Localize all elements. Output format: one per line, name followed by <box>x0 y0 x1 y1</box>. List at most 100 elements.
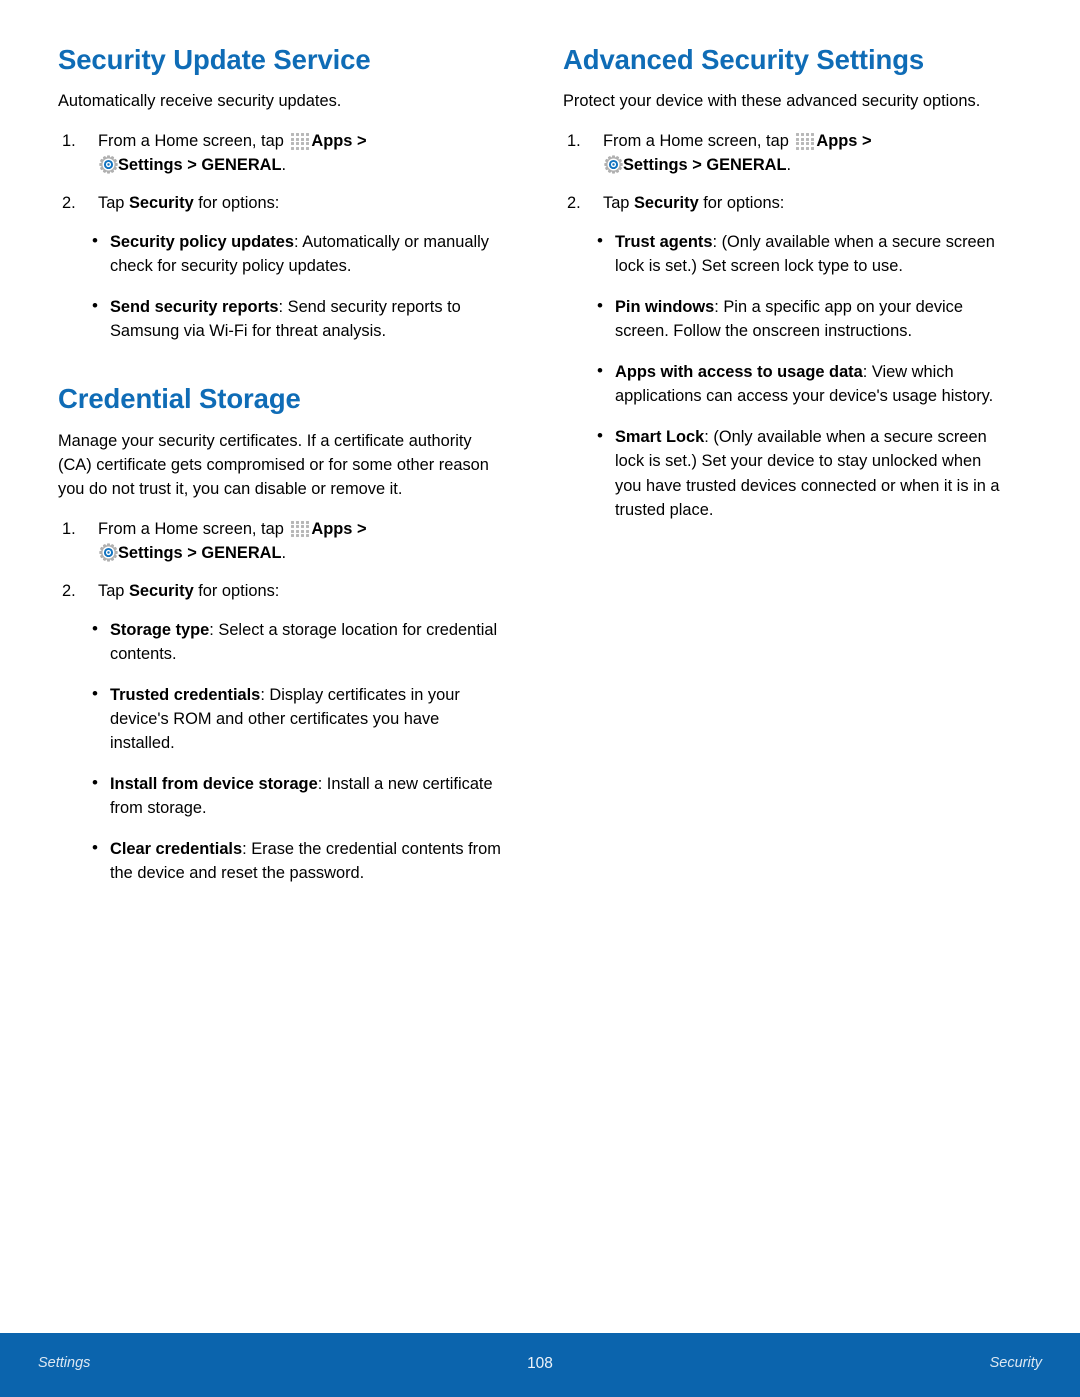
bullet-term: Send security reports <box>110 298 279 317</box>
bullet-dot-icon: • <box>597 361 603 381</box>
general-label: GENERAL <box>201 156 282 175</box>
period: . <box>786 156 792 175</box>
section-intro: Automatically receive security updates. <box>58 92 342 111</box>
chevron-right-icon: > <box>187 156 197 175</box>
step-number: 2. <box>567 194 581 213</box>
general-label: GENERAL <box>706 156 787 175</box>
bullet-dot-icon: • <box>92 772 98 792</box>
bullet-dot-icon: • <box>92 296 98 316</box>
page-columns: Security Update Service Automatically re… <box>0 0 1080 1333</box>
list-item: • Security policy updates: Automatically … <box>58 230 505 278</box>
bullet-dot-icon: • <box>92 618 98 638</box>
apps-grid-icon <box>290 132 311 150</box>
security-label: Security <box>129 581 194 600</box>
step-number: 1. <box>62 519 76 538</box>
settings-label: Settings <box>118 156 183 175</box>
steps-list: 1. From a Home screen, tap Apps > Settin… <box>563 130 1010 216</box>
step-suffix: for options: <box>198 194 280 213</box>
bullet-term: Smart Lock <box>615 428 705 447</box>
apps-label: Apps <box>816 132 858 151</box>
list-item: • Trusted credentials: Display certificat… <box>58 683 505 755</box>
step-text-prefix: From a Home screen, tap <box>603 132 789 151</box>
step-item: 2. Tap Security for options: <box>563 192 1010 216</box>
page-title: Credential Storage <box>58 383 301 415</box>
settings-label: Settings <box>623 156 688 175</box>
step-item: 1. From a Home screen, tap Apps > Settin… <box>563 130 1010 178</box>
left-column: Security Update Service Automatically re… <box>58 44 505 1333</box>
list-item: • Clear credentials: Erase the credential… <box>58 837 505 885</box>
step-number: 2. <box>62 581 76 600</box>
bullet-list: • Storage type: Select a storage location… <box>58 618 505 885</box>
security-label: Security <box>129 194 194 213</box>
bullet-dot-icon: • <box>597 426 603 446</box>
settings-gear-icon <box>604 155 623 175</box>
settings-label: Settings <box>118 543 183 562</box>
chevron-right-icon: > <box>861 132 872 151</box>
apps-label: Apps <box>311 519 353 538</box>
list-item: • Trust agents: (Only available when a se… <box>563 230 1010 278</box>
bullet-term: Storage type <box>110 620 210 639</box>
step-item: 1. From a Home screen, tap Apps > Settin… <box>58 518 505 566</box>
step-text-prefix: From a Home screen, tap <box>98 132 284 151</box>
bullet-dot-icon: • <box>92 683 98 703</box>
bullet-list: • Trust agents: (Only available when a se… <box>563 230 1010 521</box>
list-item: • Apps with access to usage data: View wh… <box>563 360 1010 408</box>
step-number: 1. <box>567 132 581 151</box>
chevron-right-icon: > <box>187 543 197 562</box>
step-tap-label: Tap <box>98 194 125 213</box>
bullet-term: Trust agents <box>615 233 713 252</box>
section-intro: Protect your device with these advanced … <box>563 92 981 111</box>
general-label: GENERAL <box>201 543 282 562</box>
bullet-term: Security policy updates <box>110 233 294 252</box>
bullet-term: Pin windows <box>615 298 715 317</box>
page-title: Security Update Service <box>58 44 371 75</box>
list-item: • Storage type: Select a storage location… <box>58 618 505 666</box>
section-advanced-security-settings: Advanced Security Settings Protect your … <box>563 44 1010 522</box>
section-security-update-service: Security Update Service Automatically re… <box>58 44 505 343</box>
list-item: • Send security reports: Send security re… <box>58 295 505 343</box>
settings-gear-icon <box>99 155 118 175</box>
step-suffix: for options: <box>198 581 280 600</box>
bullet-term: Trusted credentials <box>110 685 261 704</box>
chevron-right-icon: > <box>356 132 367 151</box>
period: . <box>281 156 287 175</box>
step-text-prefix: From a Home screen, tap <box>98 519 284 538</box>
bullet-term: Clear credentials <box>110 839 243 858</box>
period: . <box>281 543 287 562</box>
bullet-term: Install from device storage <box>110 774 318 793</box>
apps-label: Apps <box>311 132 353 151</box>
chevron-right-icon: > <box>692 156 702 175</box>
right-column: Advanced Security Settings Protect your … <box>563 44 1010 1333</box>
bullet-term: Apps with access to usage data <box>615 363 863 382</box>
list-item: • Smart Lock: (Only available when a secu… <box>563 425 1010 521</box>
apps-grid-icon <box>795 132 816 150</box>
section-intro: Manage your security certificates. If a … <box>58 431 489 498</box>
bullet-dot-icon: • <box>92 231 98 251</box>
chevron-right-icon: > <box>356 519 367 538</box>
step-item: 2. Tap Security for options: <box>58 192 505 216</box>
settings-gear-icon <box>99 542 118 562</box>
bullet-list: • Security policy updates: Automatically … <box>58 230 505 343</box>
security-label: Security <box>634 194 699 213</box>
document-page: Security Update Service Automatically re… <box>0 0 1080 1397</box>
list-item: • Install from device storage: Install a … <box>58 772 505 820</box>
footer-page-number: 108 <box>527 1355 553 1372</box>
bullet-dot-icon: • <box>597 296 603 316</box>
steps-list: 1. From a Home screen, tap Apps > Settin… <box>58 518 505 604</box>
steps-list: 1. From a Home screen, tap Apps > Settin… <box>58 130 505 216</box>
page-footer: Settings 108 Security <box>0 1333 1080 1397</box>
step-number: 2. <box>62 194 76 213</box>
step-tap-label: Tap <box>603 194 630 213</box>
page-title: Advanced Security Settings <box>563 44 925 75</box>
step-number: 1. <box>62 132 76 151</box>
section-credential-storage: Credential Storage Manage your security … <box>58 383 505 884</box>
apps-grid-icon <box>290 520 311 538</box>
footer-right-label: Security <box>989 1355 1042 1371</box>
bullet-dot-icon: • <box>597 231 603 251</box>
step-item: 2. Tap Security for options: <box>58 580 505 604</box>
list-item: • Pin windows: Pin a specific app on your… <box>563 295 1010 343</box>
step-item: 1. From a Home screen, tap Apps > Settin… <box>58 130 505 178</box>
step-tap-label: Tap <box>98 581 125 600</box>
bullet-dot-icon: • <box>92 837 98 857</box>
step-suffix: for options: <box>703 194 785 213</box>
